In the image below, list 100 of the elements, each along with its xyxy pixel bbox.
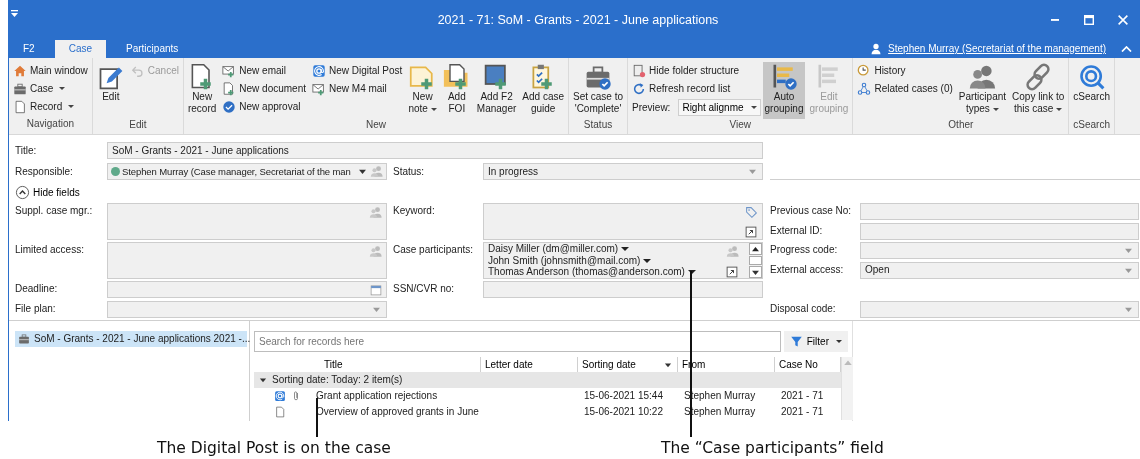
folder-plus-icon [442,63,471,91]
ribbon-button[interactable]: New email [220,62,308,79]
window-title: 2021 - 71: SoM - Grants - 2021 - June applications [436,12,720,28]
ribbon-tab[interactable]: F2 [9,40,49,58]
ribbon-button[interactable]: Hide folder structure [630,62,761,79]
dropdown-field[interactable]: Open [860,261,1139,279]
field-label: External access: [770,262,845,277]
link-icon [1024,63,1053,91]
field-label: External ID: [770,223,824,238]
search-field[interactable]: Search for records here [254,331,781,352]
table-cell-text: 15-06-2021 10:22 [583,405,664,419]
text-field[interactable] [483,281,763,298]
quick-access-icon[interactable] [11,9,18,17]
participant-chip[interactable]: Daisy Miller (dm@miller.com) [488,243,630,255]
clock-icon [857,63,872,78]
text-field[interactable] [860,222,1139,240]
ribbon-button[interactable]: Add FOI [440,62,473,119]
filter-button[interactable]: Filter [783,331,848,352]
document-icon [13,99,27,114]
table-cell-text: 2021 - 71 [780,389,825,403]
close-icon [1118,15,1128,25]
ribbon-button[interactable]: Refresh record list [630,80,761,97]
ribbon-button[interactable]: cSearch [1071,62,1112,119]
caret-icon [621,247,630,252]
hide-fields-toggle[interactable]: Hide fields [15,184,80,201]
ribbon-button[interactable]: Edit [94,62,127,119]
people-icon [968,63,997,91]
field-label: Responsible: [15,165,74,178]
user-link[interactable]: Stephen Murray (Secretariat of the management) [888,43,1106,55]
table-cell-text: 15-06-2021 15:44 [583,389,664,403]
ribbon-tab[interactable]: Participants [112,40,193,58]
triangle-icon [258,375,268,385]
ribbon-button[interactable]: Participant types [956,62,1009,119]
briefcase-icon [13,81,27,96]
ribbon-button[interactable]: Record [11,98,90,115]
field-label: Keyword: [393,204,436,218]
ribbon-button[interactable]: Add case guide [520,62,566,119]
ribbon-button[interactable]: Related cases (0) [855,80,955,97]
table-cell-text: Overview of approved grants in June [315,405,480,419]
text-field[interactable] [860,203,1139,220]
people-icon [369,245,382,258]
keyword-field[interactable] [483,203,763,240]
check-badge-icon [222,99,237,114]
ribbon-button[interactable]: Copy link to this case [1010,62,1067,119]
people-field[interactable] [107,203,387,240]
field-label: File plan: [15,301,57,316]
ribbon-button[interactable]: Case [11,80,90,97]
ribbon-button[interactable]: New document [220,80,308,97]
annotation-text: The “Case participants” field [661,439,884,458]
dropdown-field[interactable] [107,300,387,318]
chevron-icon [15,185,30,200]
user-icon [870,43,883,55]
ribbon-tab[interactable]: Case [54,40,107,58]
folder-structure-icon [632,63,647,78]
participant-chip[interactable]: John Smith (johnsmith@mail.com) [488,254,652,266]
calendar-icon[interactable] [370,283,382,296]
ribbon-button[interactable]: New approval [220,98,308,115]
group-label: Other [947,119,975,132]
preview-dropdown[interactable]: Right alignme [678,99,761,116]
ribbon-button[interactable]: Set case to 'Complete' [571,62,626,119]
scrollbar[interactable] [841,357,853,420]
network-icon [857,81,872,96]
scrollbar-thumb[interactable] [749,256,762,265]
document-icon [274,406,286,418]
people-field[interactable] [107,242,387,279]
group-label: Navigation [25,118,76,131]
scroll-down-button[interactable] [749,265,762,278]
expand-icon[interactable] [726,266,738,278]
table-cell-text: 2021 - 71 [780,405,825,419]
table-cell-text: Grant application rejections [315,389,439,403]
participants-field[interactable]: Daisy Miller (dm@miller.com) John Smith (johnsmith@mail.com) Thomas Anderson (thomas@anderson.com) [483,242,763,279]
ribbon-button[interactable]: Auto grouping [762,62,806,119]
caret-icon [643,258,652,263]
scroll-up-button[interactable] [749,243,762,255]
chevron-up-icon [1120,45,1132,53]
ribbon-button[interactable]: New Digital Post [310,62,405,79]
group-label: New [364,119,387,132]
field-label: Progress code: [770,243,839,257]
expand-icon[interactable] [745,226,757,238]
group-label: Edit [128,119,148,132]
dropdown-field[interactable] [860,300,1139,318]
responsible-dropdown[interactable]: Stephen Murray (Case manager, Secretariat of the man [107,163,387,180]
date-field[interactable] [107,281,387,298]
at-sign-icon [312,63,326,78]
envelope-plus-icon [222,63,237,78]
ribbon-button[interactable]: Main window [11,62,90,79]
ribbon-button[interactable]: New M4 mail [310,80,405,97]
group-header[interactable]: Sorting date: Today: 2 item(s) [254,372,841,388]
field-label: Deadline: [15,282,59,296]
ribbon-button[interactable]: History [855,62,955,79]
status-dropdown[interactable]: In progress [483,163,763,180]
ribbon-button[interactable]: Add F2 Manager [474,62,519,119]
title-field[interactable]: SoM - Grants - 2021 - June applications [107,142,763,159]
ribbon-button[interactable]: New record [185,62,219,119]
ribbon-button[interactable]: New note [406,62,439,119]
dropdown-field[interactable] [860,242,1139,259]
field-label: Status: [393,165,426,178]
minimize-icon [1050,19,1060,21]
people-icon [726,245,739,258]
caret-icon [750,106,757,109]
